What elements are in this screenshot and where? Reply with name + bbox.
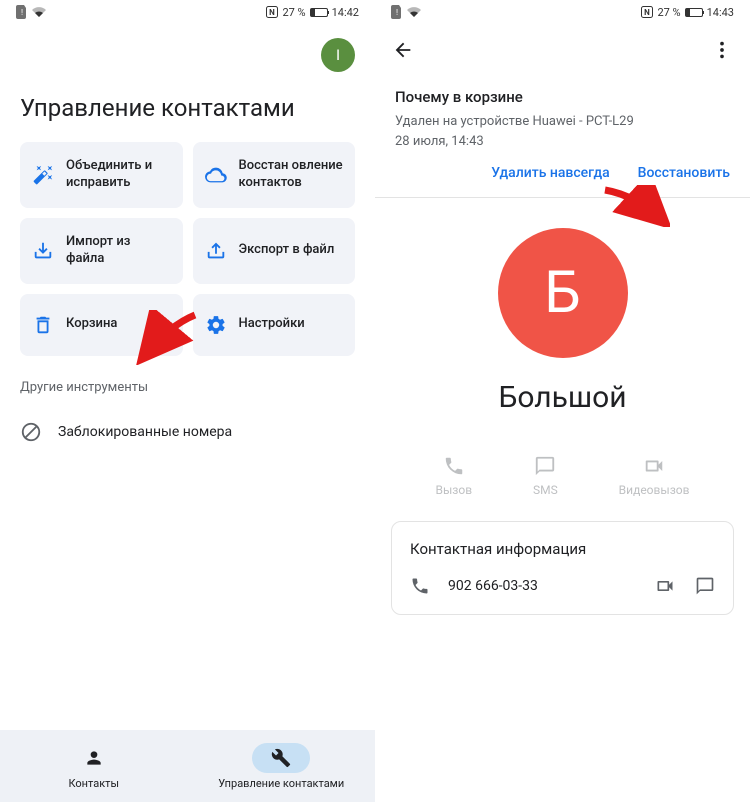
message-icon: [534, 455, 556, 477]
trash-title: Почему в корзине: [395, 88, 730, 106]
svg-text:N: N: [270, 8, 276, 17]
tile-settings[interactable]: Настройки: [193, 294, 356, 356]
tile-label: Настройки: [239, 316, 305, 333]
svg-text:!: !: [21, 8, 23, 17]
phone-number: 902 666-03-33: [448, 578, 637, 594]
wifi-icon: [407, 7, 421, 17]
sim-icon: !: [391, 5, 403, 19]
info-card-title: Контактная информация: [410, 540, 715, 558]
back-button[interactable]: [391, 38, 415, 62]
delete-forever-button[interactable]: Удалить навсегда: [491, 165, 609, 181]
cloud-restore-icon: [205, 164, 227, 186]
gear-icon: [205, 314, 227, 336]
message-icon[interactable]: [695, 576, 715, 596]
action-label: Видеовызов: [619, 483, 690, 497]
tile-export[interactable]: Экспорт в файл: [193, 218, 356, 284]
wand-icon: [32, 164, 54, 186]
download-icon: [32, 240, 54, 262]
action-sms: SMS: [533, 455, 558, 497]
tile-label: Импорт из файла: [66, 234, 171, 268]
list-label: Заблокированные номера: [58, 424, 232, 440]
phone-icon: [443, 455, 465, 477]
svg-text:!: !: [396, 8, 398, 17]
wrench-icon: [271, 748, 291, 768]
battery-icon: [310, 8, 328, 17]
nav-contacts[interactable]: Контакты: [0, 730, 188, 802]
contact-hero: Б Большой: [375, 198, 750, 445]
tile-label: Объединить и исправить: [66, 158, 171, 192]
block-icon: [20, 421, 42, 443]
battery-text: 27 %: [282, 6, 305, 19]
arrow-back-icon: [392, 39, 414, 61]
wifi-icon: [32, 7, 46, 17]
tile-label: Корзина: [66, 316, 117, 333]
battery-icon: [685, 8, 703, 17]
tile-restore-contacts[interactable]: Восстан овление контактов: [193, 142, 356, 208]
contact-name: Большой: [498, 380, 626, 415]
clock-text: 14:43: [707, 6, 734, 19]
bottom-nav: Контакты Управление контактами: [0, 730, 375, 802]
statusbar: ! N 27 % 14:42: [0, 0, 375, 24]
videocam-icon[interactable]: [655, 576, 675, 596]
tile-label: Восстан овление контактов: [239, 158, 344, 192]
phone-icon: [410, 576, 430, 596]
battery-text: 27 %: [657, 6, 680, 19]
nav-label: Контакты: [68, 777, 119, 790]
person-icon: [84, 748, 104, 768]
nfc-icon: N: [641, 6, 653, 18]
screen-manage-contacts: ! N 27 % 14:42 I Управление контактами О…: [0, 0, 375, 802]
tile-merge-fix[interactable]: Объединить и исправить: [20, 142, 183, 208]
clock-text: 14:42: [332, 6, 359, 19]
contact-info-card: Контактная информация 902 666-03-33: [391, 521, 734, 615]
restore-button[interactable]: Восстановить: [638, 165, 730, 181]
more-vert-icon: [711, 39, 733, 61]
list-item-blocked[interactable]: Заблокированные номера: [0, 409, 375, 455]
nav-label: Управление контактами: [218, 777, 344, 790]
action-label: Вызов: [435, 483, 472, 497]
trash-info: Почему в корзине Удален на устройстве Hu…: [375, 76, 750, 197]
tile-trash[interactable]: Корзина: [20, 294, 183, 356]
phone-row[interactable]: 902 666-03-33: [410, 576, 715, 596]
trash-detail-line1: Удален на устройстве Huawei - PCT-L29: [395, 112, 730, 132]
action-call: Вызов: [435, 455, 472, 497]
profile-avatar[interactable]: I: [321, 38, 355, 72]
videocam-icon: [643, 455, 665, 477]
contact-avatar: Б: [498, 228, 628, 358]
appbar: [375, 24, 750, 76]
action-label: SMS: [533, 483, 558, 497]
trash-detail-line2: 28 июля, 14:43: [395, 132, 730, 152]
overflow-button[interactable]: [710, 38, 734, 62]
sim-icon: !: [16, 5, 28, 19]
nfc-icon: N: [266, 6, 278, 18]
trash-icon: [32, 314, 54, 336]
appbar: I: [0, 24, 375, 86]
upload-icon: [205, 240, 227, 262]
tile-label: Экспорт в файл: [239, 242, 335, 259]
tile-import[interactable]: Импорт из файла: [20, 218, 183, 284]
statusbar: ! N 27 % 14:43: [375, 0, 750, 24]
action-row: Вызов SMS Видеовызов: [375, 445, 750, 521]
action-video: Видеовызов: [619, 455, 690, 497]
section-label: Другие инструменты: [0, 356, 375, 409]
svg-text:N: N: [645, 8, 651, 17]
nav-manage[interactable]: Управление контактами: [188, 730, 376, 802]
page-title: Управление контактами: [0, 86, 375, 142]
screen-deleted-contact: ! N 27 % 14:43 Почему в корзине Удален н…: [375, 0, 750, 802]
